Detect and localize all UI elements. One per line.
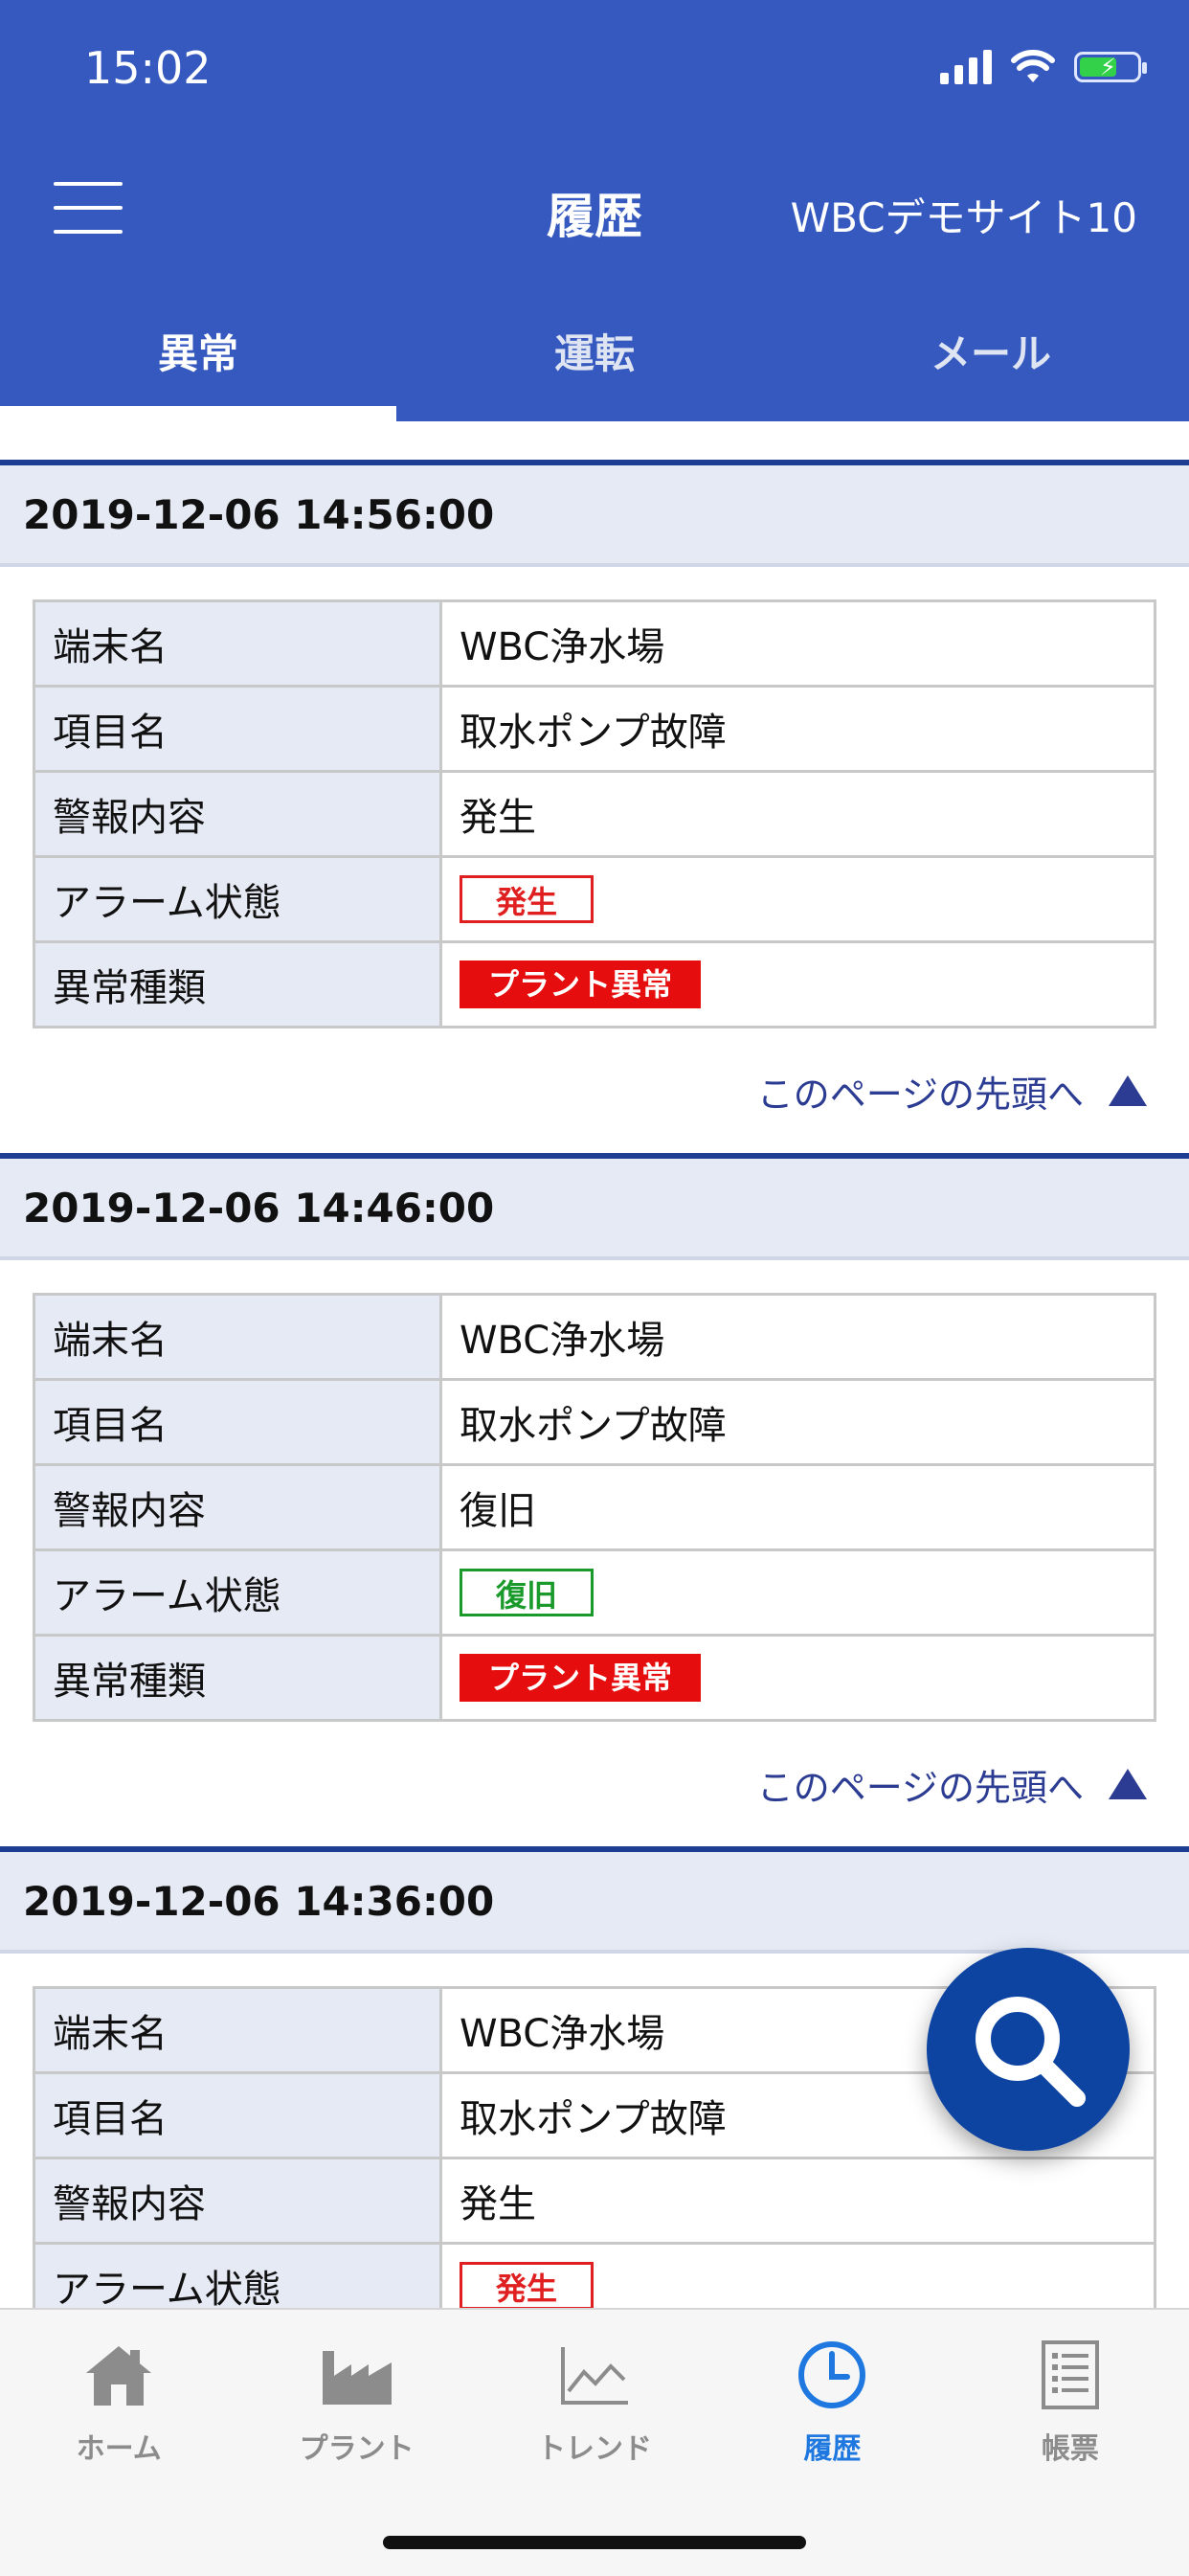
row-value: 発生 [439,2157,1156,2245]
history-record: 2019-12-06 14:56:00 端末名 WBC浄水場 項目名 取水ポンプ故障… [0,460,1189,1153]
site-name[interactable]: WBCデモサイト10 [791,186,1137,244]
history-record: 2019-12-06 14:46:00 端末名 WBC浄水場 項目名 取水ポンプ故障… [0,1153,1189,1846]
record-datetime: 2019-12-06 14:56:00 [0,460,1189,567]
status-icons: ⚡ [940,50,1147,84]
nav-plant[interactable]: プラント [237,2310,475,2492]
battery-icon: ⚡ [1074,52,1147,82]
row-value: 発生 [439,855,1156,943]
anomaly-type-badge: プラント異常 [460,960,702,1008]
back-to-top-label: このページの先頭へ [756,1073,1084,1116]
table-row: 端末名 WBC浄水場 [33,599,1156,688]
triangle-up-icon [1109,1075,1147,1106]
row-label: 端末名 [33,599,442,688]
nav-home-label: ホーム [76,2432,162,2466]
tab-anomaly[interactable]: 異常 [0,280,396,421]
nav-report-label: 帳票 [1041,2432,1099,2466]
triangle-up-icon [1109,1769,1147,1799]
row-value: プラント異常 [439,1634,1156,1722]
row-value: 復旧 [439,1463,1156,1551]
table-row: 項目名 取水ポンプ故障 [33,1378,1156,1466]
table-row: 警報内容 復旧 [33,1463,1156,1551]
record-datetime: 2019-12-06 14:46:00 [0,1153,1189,1260]
row-label: 異常種類 [33,940,442,1028]
status-time: 15:02 [84,42,212,94]
bottom-tab-bar: ホーム プラント トレンド 履歴 帳票 [0,2308,1189,2576]
table-row: 異常種類 プラント異常 [33,1634,1156,1722]
row-value: 復旧 [439,1548,1156,1637]
table-row: 端末名 WBC浄水場 [33,1293,1156,1381]
back-to-top-label: このページの先頭へ [756,1766,1084,1809]
alarm-status-badge: 発生 [460,875,594,923]
table-row: 項目名 取水ポンプ故障 [33,685,1156,773]
alarm-status-badge: 発生 [460,2262,594,2310]
home-icon [80,2337,157,2413]
table-row: 警報内容 発生 [33,770,1156,858]
nav-history-label: 履歴 [803,2432,862,2466]
row-value: プラント異常 [439,940,1156,1028]
row-label: アラーム状態 [33,1548,442,1637]
table-row: 警報内容 発生 [33,2157,1156,2245]
row-label: 項目名 [33,685,442,773]
nav-trend-label: トレンド [537,2432,653,2466]
home-indicator[interactable] [383,2536,806,2549]
nav-history[interactable]: 履歴 [713,2310,951,2492]
cellular-signal-icon [940,50,992,84]
nav-trend[interactable]: トレンド [476,2310,713,2492]
row-label: 項目名 [33,1378,442,1466]
row-value: 取水ポンプ故障 [439,685,1156,773]
trend-chart-icon [556,2337,633,2413]
tab-mail[interactable]: メール [793,280,1189,421]
back-to-top-link[interactable]: このページの先頭へ [0,1722,1189,1846]
clock-icon [794,2337,870,2413]
anomaly-type-badge: プラント異常 [460,1654,702,1702]
row-value: 発生 [439,770,1156,858]
row-label: 端末名 [33,1986,442,2074]
search-button[interactable] [927,1948,1130,2151]
search-icon [976,1997,1086,2107]
row-value: 取水ポンプ故障 [439,1378,1156,1466]
row-label: 項目名 [33,2071,442,2159]
report-icon [1032,2337,1109,2413]
table-row: アラーム状態 復旧 [33,1548,1156,1637]
row-label: アラーム状態 [33,855,442,943]
tab-operation[interactable]: 運転 [396,280,793,421]
record-table: 端末名 WBC浄水場 項目名 取水ポンプ故障 警報内容 復旧 アラーム状態 復旧 異常種… [33,1293,1156,1722]
row-label: 異常種類 [33,1634,442,1722]
row-label: 警報内容 [33,2157,442,2245]
nav-report[interactable]: 帳票 [952,2310,1189,2492]
app-header: 15:02 ⚡ 履歴 WBCデモサイト10 異常 運転 メール [0,0,1189,421]
wifi-icon [1011,50,1055,82]
row-label: 警報内容 [33,1463,442,1551]
row-label: 端末名 [33,1293,442,1381]
alarm-status-badge: 復旧 [460,1569,594,1616]
nav-plant-label: プラント [299,2432,415,2466]
row-label: 警報内容 [33,770,442,858]
record-datetime: 2019-12-06 14:36:00 [0,1846,1189,1954]
row-value: WBC浄水場 [439,1293,1156,1381]
table-row: アラーム状態 発生 [33,855,1156,943]
record-table: 端末名 WBC浄水場 項目名 取水ポンプ故障 警報内容 発生 アラーム状態 発生 異常種… [33,599,1156,1028]
tab-bar: 異常 運転 メール [0,280,1189,421]
back-to-top-link[interactable]: このページの先頭へ [0,1028,1189,1153]
table-row: 異常種類 プラント異常 [33,940,1156,1028]
nav-home[interactable]: ホーム [0,2310,237,2492]
factory-icon [319,2337,395,2413]
row-value: WBC浄水場 [439,599,1156,688]
